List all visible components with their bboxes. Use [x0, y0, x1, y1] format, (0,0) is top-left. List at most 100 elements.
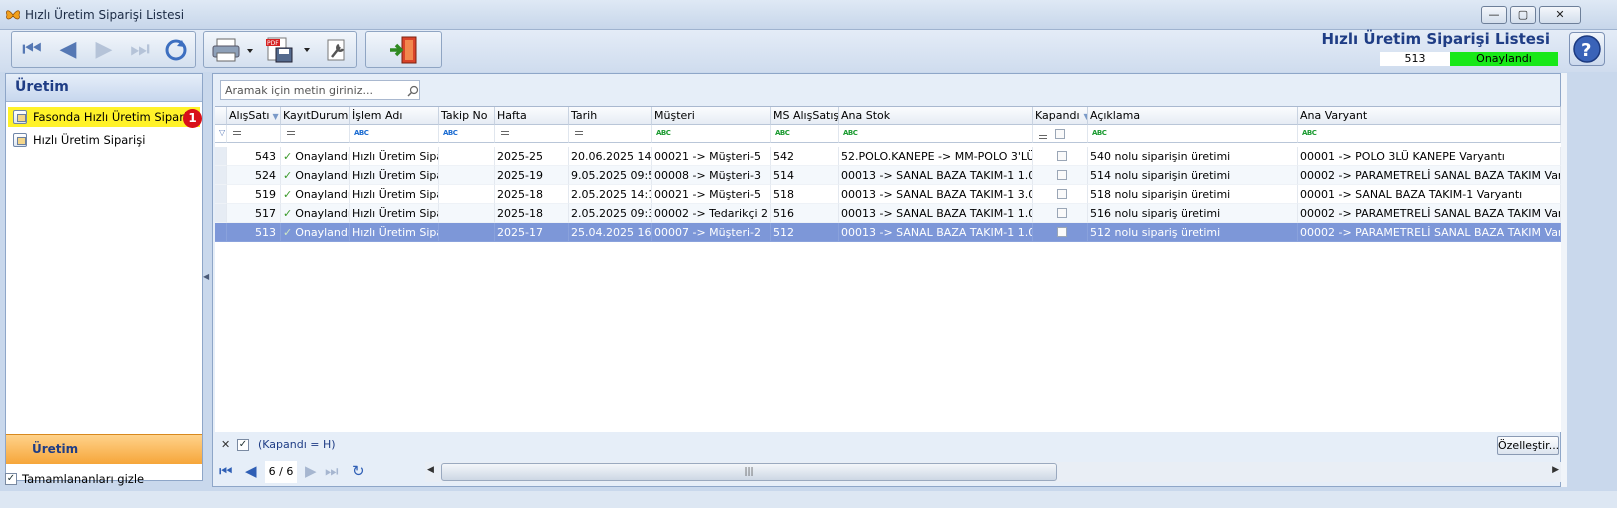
- kapandi-checkbox[interactable]: [1057, 208, 1067, 218]
- cell-hafta[interactable]: 2025-19: [495, 166, 569, 185]
- nav-first-icon[interactable]: ⏮: [219, 462, 233, 480]
- cell-ms-alissatisno[interactable]: 542: [771, 147, 839, 166]
- group-bar-uretim[interactable]: Üretim: [6, 434, 202, 464]
- cell-musteri[interactable]: 00021 -> Müşteri-5: [652, 147, 771, 166]
- cell-musteri[interactable]: 00002 -> Tedarikçi 2: [652, 204, 771, 223]
- filter-cell-tarih[interactable]: [569, 125, 652, 143]
- cell-alissati[interactable]: 517: [227, 204, 281, 223]
- hide-completed-toggle[interactable]: ✓ Tamamlananları gizle: [5, 472, 144, 486]
- refresh-button[interactable]: [160, 35, 192, 65]
- cell-tarih[interactable]: 2.05.2025 14:11: [569, 185, 652, 204]
- cell-aciklama[interactable]: 518 nolu siparişin üretimi: [1088, 185, 1298, 204]
- column-header-ana-stok[interactable]: Ana Stok: [839, 107, 1033, 125]
- cell-tarih[interactable]: 9.05.2025 09:59: [569, 166, 652, 185]
- cell-takip-no[interactable]: [439, 204, 495, 223]
- cell-alissati[interactable]: 513: [227, 223, 281, 242]
- cell-ana-varyant[interactable]: 00001 -> SANAL BAZA TAKIM-1 Varyantı: [1298, 185, 1561, 204]
- column-header-aciklama[interactable]: Açıklama: [1088, 107, 1298, 125]
- cell-takip-no[interactable]: [439, 166, 495, 185]
- cell-islem-adi[interactable]: Hızlı Üretim Siparişi: [350, 223, 439, 242]
- cell-islem-adi[interactable]: Hızlı Üretim Siparişi: [350, 166, 439, 185]
- cell-ms-alissatisno[interactable]: 514: [771, 166, 839, 185]
- filter-cell-hafta[interactable]: [495, 125, 569, 143]
- cell-hafta[interactable]: 2025-18: [495, 204, 569, 223]
- scroll-right-icon[interactable]: ▶: [1552, 465, 1559, 475]
- nav-next-icon[interactable]: ▶: [305, 462, 317, 480]
- cell-ana-varyant[interactable]: 00001 -> POLO 3LÜ KANEPE Varyantı: [1298, 147, 1561, 166]
- cell-musteri[interactable]: 00008 -> Müşteri-3: [652, 166, 771, 185]
- pdf-export-button[interactable]: PDF: [262, 35, 316, 65]
- cell-aciklama[interactable]: 540 nolu siparişin üretimi: [1088, 147, 1298, 166]
- cell-ms-alissatisno[interactable]: 518: [771, 185, 839, 204]
- kapandi-checkbox[interactable]: [1057, 151, 1067, 161]
- cell-kapandi[interactable]: [1033, 223, 1088, 242]
- cell-ana-varyant[interactable]: 00002 -> PARAMETRELİ SANAL BAZA TAKIM Va…: [1298, 204, 1561, 223]
- cell-kayitdurumu[interactable]: ✓ Onaylandı: [281, 147, 350, 166]
- row-indicator[interactable]: [215, 147, 227, 166]
- cell-kayitdurumu[interactable]: ✓ Onaylandı: [281, 204, 350, 223]
- column-header-musteri[interactable]: Müşteri: [652, 107, 771, 125]
- cell-kayitdurumu[interactable]: ✓ Onaylandı: [281, 185, 350, 204]
- cell-hafta[interactable]: 2025-18: [495, 185, 569, 204]
- cell-kayitdurumu[interactable]: ✓ Onaylandı: [281, 166, 350, 185]
- cell-ms-alissatisno[interactable]: 516: [771, 204, 839, 223]
- left-item-hizli-uretim[interactable]: Hızlı Üretim Siparişi: [8, 130, 200, 150]
- print-button[interactable]: [207, 35, 259, 65]
- search-input[interactable]: Aramak için metin giriniz...: [220, 80, 420, 100]
- cell-ms-alissatisno[interactable]: 512: [771, 223, 839, 242]
- column-header-takip-no[interactable]: Takip No: [439, 107, 495, 125]
- next-record-button[interactable]: ▶: [88, 35, 120, 65]
- kapandi-checkbox[interactable]: [1057, 170, 1067, 180]
- row-indicator[interactable]: [215, 166, 227, 185]
- cell-alissati[interactable]: 524: [227, 166, 281, 185]
- cell-tarih[interactable]: 20.06.2025 14:4: [569, 147, 652, 166]
- first-record-button[interactable]: ⏮: [16, 35, 48, 65]
- row-indicator[interactable]: [215, 223, 227, 242]
- column-header-kapandi[interactable]: Kapandı▼: [1033, 107, 1088, 125]
- left-item-fason-hizli-uretim[interactable]: Fasonda Hızlı Üretim Siparişi 1: [8, 107, 202, 128]
- last-record-button[interactable]: ⏭: [124, 35, 156, 65]
- filter-enabled-checkbox[interactable]: ✓: [237, 439, 249, 451]
- cell-tarih[interactable]: 25.04.2025 16:3: [569, 223, 652, 242]
- cell-takip-no[interactable]: [439, 147, 495, 166]
- cell-ana-stok[interactable]: 52.POLO.KANEPE -> MM-POLO 3'LÜ KAN: [839, 147, 1033, 166]
- customize-button[interactable]: Özelleştir...: [1497, 436, 1559, 455]
- cell-kapandi[interactable]: [1033, 204, 1088, 223]
- filter-cell-aciklama[interactable]: ABC: [1088, 125, 1298, 143]
- nav-prev-icon[interactable]: ◀: [245, 462, 257, 480]
- filter-cell-alissati[interactable]: [227, 125, 281, 143]
- help-button[interactable]: ?: [1569, 32, 1605, 66]
- cell-takip-no[interactable]: [439, 185, 495, 204]
- cell-kapandi[interactable]: [1033, 185, 1088, 204]
- cell-musteri[interactable]: 00007 -> Müşteri-2: [652, 223, 771, 242]
- filter-checkbox[interactable]: [1055, 129, 1065, 139]
- cell-ana-stok[interactable]: 00013 -> SANAL BAZA TAKIM-1 1.00 Tk: [839, 223, 1033, 242]
- minimize-button[interactable]: —: [1481, 6, 1507, 24]
- cell-alissati[interactable]: 543: [227, 147, 281, 166]
- cell-aciklama[interactable]: 516 nolu sipariş üretimi: [1088, 204, 1298, 223]
- filter-expression[interactable]: (Kapandı = H): [258, 438, 336, 451]
- cell-kapandi[interactable]: [1033, 166, 1088, 185]
- exit-button[interactable]: [386, 35, 422, 65]
- scroll-left-icon[interactable]: ◀: [427, 465, 434, 475]
- cell-hafta[interactable]: 2025-17: [495, 223, 569, 242]
- cell-kapandi[interactable]: [1033, 147, 1088, 166]
- kapandi-checkbox[interactable]: [1057, 227, 1067, 237]
- filter-cell-ms-alissatisno[interactable]: ABC: [771, 125, 839, 143]
- filter-cell-ana-varyant[interactable]: ABC: [1298, 125, 1561, 143]
- column-header-hafta[interactable]: Hafta: [495, 107, 569, 125]
- maximize-button[interactable]: ▢: [1510, 6, 1536, 24]
- filter-cell-islem-adi[interactable]: ABC: [350, 125, 439, 143]
- cell-islem-adi[interactable]: Hızlı Üretim Siparişi: [350, 147, 439, 166]
- hide-completed-checkbox[interactable]: ✓: [5, 473, 17, 485]
- settings-button[interactable]: [320, 35, 354, 65]
- horizontal-scrollbar[interactable]: ◀ ||| ▶: [425, 462, 1561, 482]
- cell-ana-varyant[interactable]: 00002 -> PARAMETRELİ SANAL BAZA TAKIM Va…: [1298, 166, 1561, 185]
- column-header-ana-varyant[interactable]: Ana Varyant: [1298, 107, 1561, 125]
- cell-takip-no[interactable]: [439, 223, 495, 242]
- cell-aciklama[interactable]: 514 nolu siparişin üretimi: [1088, 166, 1298, 185]
- column-header-alissati[interactable]: AlışSatı ▼: [227, 107, 281, 125]
- cell-ana-stok[interactable]: 00013 -> SANAL BAZA TAKIM-1 1.00 Tk: [839, 204, 1033, 223]
- cell-hafta[interactable]: 2025-25: [495, 147, 569, 166]
- nav-refresh-icon[interactable]: ↻: [352, 462, 365, 480]
